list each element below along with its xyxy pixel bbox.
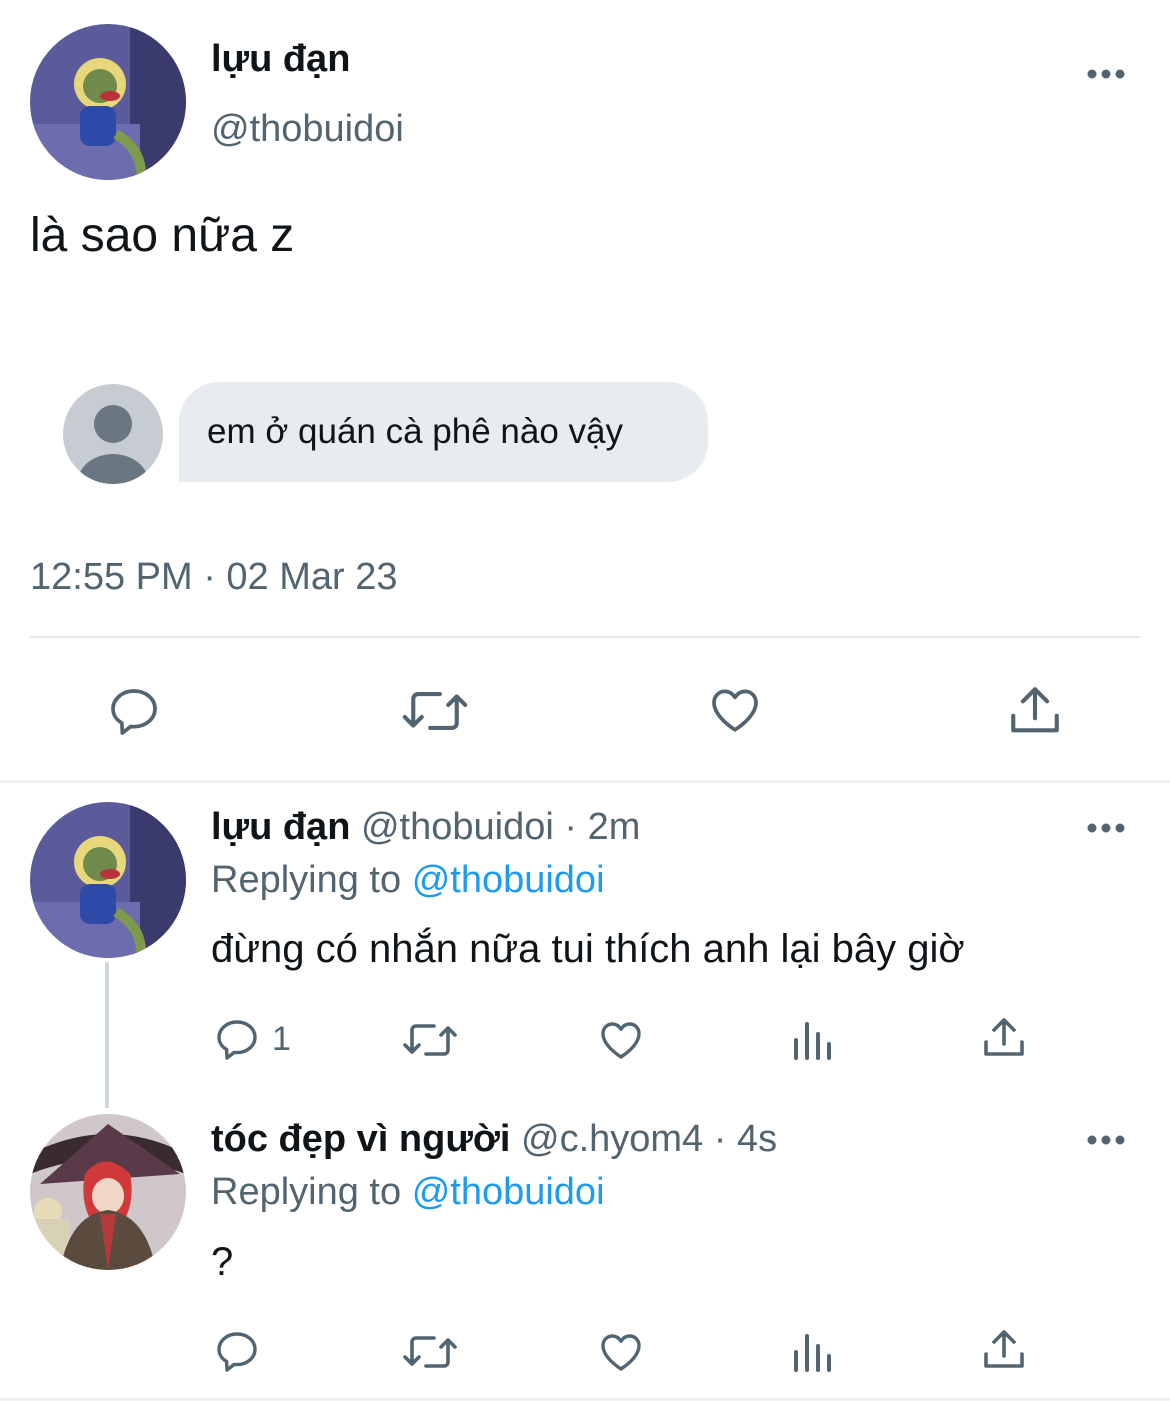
replying-to-link[interactable]: @thobuidoi bbox=[412, 1171, 605, 1213]
reply-handle[interactable]: @c.hyom4 bbox=[521, 1118, 703, 1160]
more-icon[interactable] bbox=[1086, 64, 1126, 84]
reply-time[interactable]: · 4s bbox=[714, 1118, 777, 1160]
reply-icon[interactable] bbox=[213, 1328, 261, 1376]
thread-line bbox=[105, 962, 109, 1108]
author-avatar[interactable] bbox=[30, 24, 186, 180]
retweet-icon[interactable] bbox=[402, 1328, 458, 1376]
like-icon[interactable] bbox=[597, 1328, 645, 1376]
reply-header: tóc đẹp vì người @c.hyom4 · 4s bbox=[211, 1118, 777, 1161]
bottom-divider bbox=[0, 1398, 1170, 1401]
reply-count: 1 bbox=[272, 1020, 291, 1058]
views-icon[interactable] bbox=[790, 1330, 834, 1374]
more-icon[interactable] bbox=[1086, 1130, 1126, 1150]
replying-to-label: Replying to bbox=[211, 1171, 402, 1213]
author-display-name[interactable]: lựu đạn bbox=[211, 38, 350, 81]
reply-display-name[interactable]: lựu đạn bbox=[211, 806, 350, 848]
share-icon[interactable] bbox=[980, 1326, 1028, 1374]
replying-to: Replying to @thobuidoi bbox=[211, 859, 605, 902]
reply-time[interactable]: · 2m bbox=[564, 806, 640, 848]
message-bubble: em ở quán cà phê nào vậy bbox=[179, 382, 708, 482]
more-icon[interactable] bbox=[1086, 818, 1126, 838]
tweet-timestamp[interactable]: 12:55 PM · 02 Mar 23 bbox=[30, 556, 398, 599]
share-icon[interactable] bbox=[980, 1014, 1028, 1062]
section-divider bbox=[0, 780, 1170, 783]
reply-avatar[interactable] bbox=[30, 802, 186, 958]
reply-text: ? bbox=[211, 1240, 234, 1284]
default-avatar-icon bbox=[63, 384, 163, 484]
replying-to-link[interactable]: @thobuidoi bbox=[412, 859, 605, 901]
retweet-icon[interactable] bbox=[402, 1016, 458, 1064]
share-icon[interactable] bbox=[1006, 682, 1064, 740]
reply-display-name[interactable]: tóc đẹp vì người bbox=[211, 1118, 510, 1160]
reply-icon[interactable] bbox=[213, 1016, 261, 1064]
message-bubble-text: em ở quán cà phê nào vậy bbox=[207, 412, 624, 451]
reply-text: đừng có nhắn nữa tui thích anh lại bây g… bbox=[211, 927, 965, 971]
like-icon[interactable] bbox=[597, 1016, 645, 1064]
reply-header: lựu đạn @thobuidoi · 2m bbox=[211, 806, 640, 849]
reply-handle[interactable]: @thobuidoi bbox=[361, 806, 554, 848]
reply-icon[interactable] bbox=[106, 684, 162, 740]
replying-to: Replying to @thobuidoi bbox=[211, 1171, 605, 1214]
tweet-text: là sao nữa z bbox=[30, 209, 295, 262]
author-handle[interactable]: @thobuidoi bbox=[211, 108, 404, 151]
like-icon[interactable] bbox=[706, 682, 764, 738]
replying-to-label: Replying to bbox=[211, 859, 402, 901]
views-icon[interactable] bbox=[790, 1018, 834, 1062]
reply-avatar[interactable] bbox=[30, 1114, 186, 1270]
divider bbox=[30, 636, 1140, 638]
retweet-icon[interactable] bbox=[401, 682, 469, 740]
